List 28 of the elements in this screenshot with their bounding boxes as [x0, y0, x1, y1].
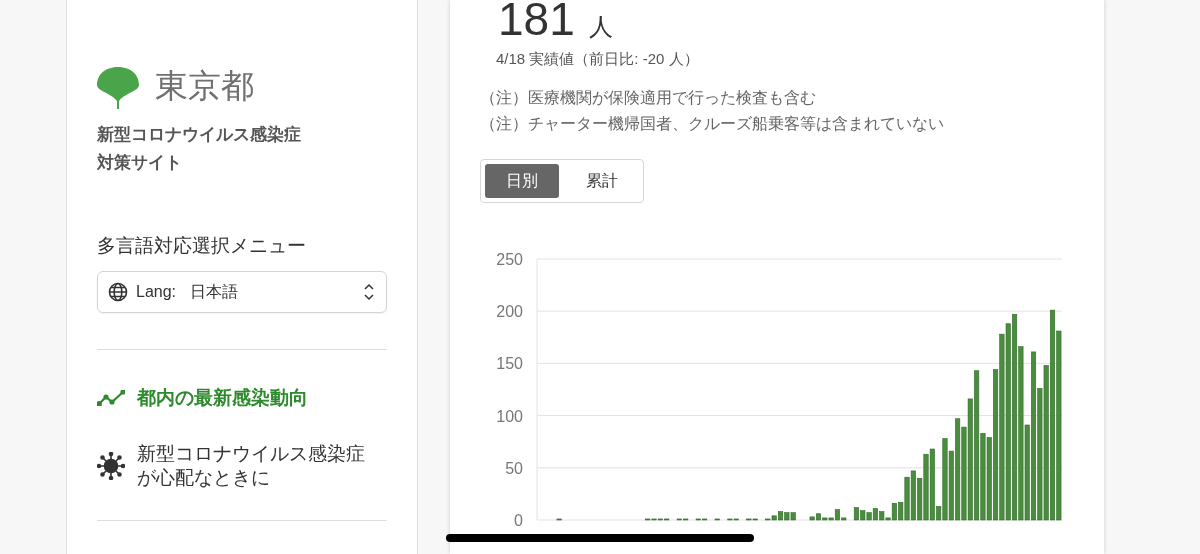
ginkgo-leaf-icon: [97, 64, 139, 109]
date-note: 4/18 実績値（前日比: -20 人）: [495, 50, 700, 69]
view-tab[interactable]: 日別: [485, 164, 559, 198]
nav-label: 新型コロナウイルス感染症が心配なときに: [137, 442, 366, 490]
trend-line-icon: [97, 390, 125, 406]
nav-item[interactable]: 都内の最新感染動向: [97, 386, 387, 410]
bar: [556, 518, 562, 521]
bar: [714, 518, 720, 521]
view-tab[interactable]: 累計: [565, 164, 639, 198]
language-menu-label: 多言語対応選択メニュー: [97, 234, 307, 258]
nav-label: 都内の最新感染動向: [137, 386, 309, 410]
language-select[interactable]: Lang: 日本語: [97, 271, 387, 313]
axis-tick-label: 200: [496, 303, 523, 321]
virus-icon: [97, 452, 125, 480]
count-unit: 人: [588, 12, 613, 42]
axis-tick-label: 100: [496, 407, 523, 425]
axis-tick-label: 0: [514, 512, 523, 529]
axis-tick-label: 150: [496, 355, 523, 373]
chevron-icon: [364, 283, 374, 301]
case-count: 181: [498, 0, 575, 46]
footnote: （注）チャーター機帰国者、クルーズ船乗客等は含まれていない: [480, 114, 945, 134]
site-title: 新型コロナウイルス感染症対策サイト: [97, 124, 302, 174]
axis-tick-label: 50: [505, 459, 523, 477]
globe-icon: [108, 282, 128, 302]
logo-text: 東京都: [155, 66, 254, 106]
footnote: （注）医療機関が保険適用で行った検査も含む: [480, 88, 817, 108]
nav-item[interactable]: 新型コロナウイルス感染症が心配なときに: [97, 442, 387, 490]
axis-tick-label: 250: [496, 251, 523, 268]
